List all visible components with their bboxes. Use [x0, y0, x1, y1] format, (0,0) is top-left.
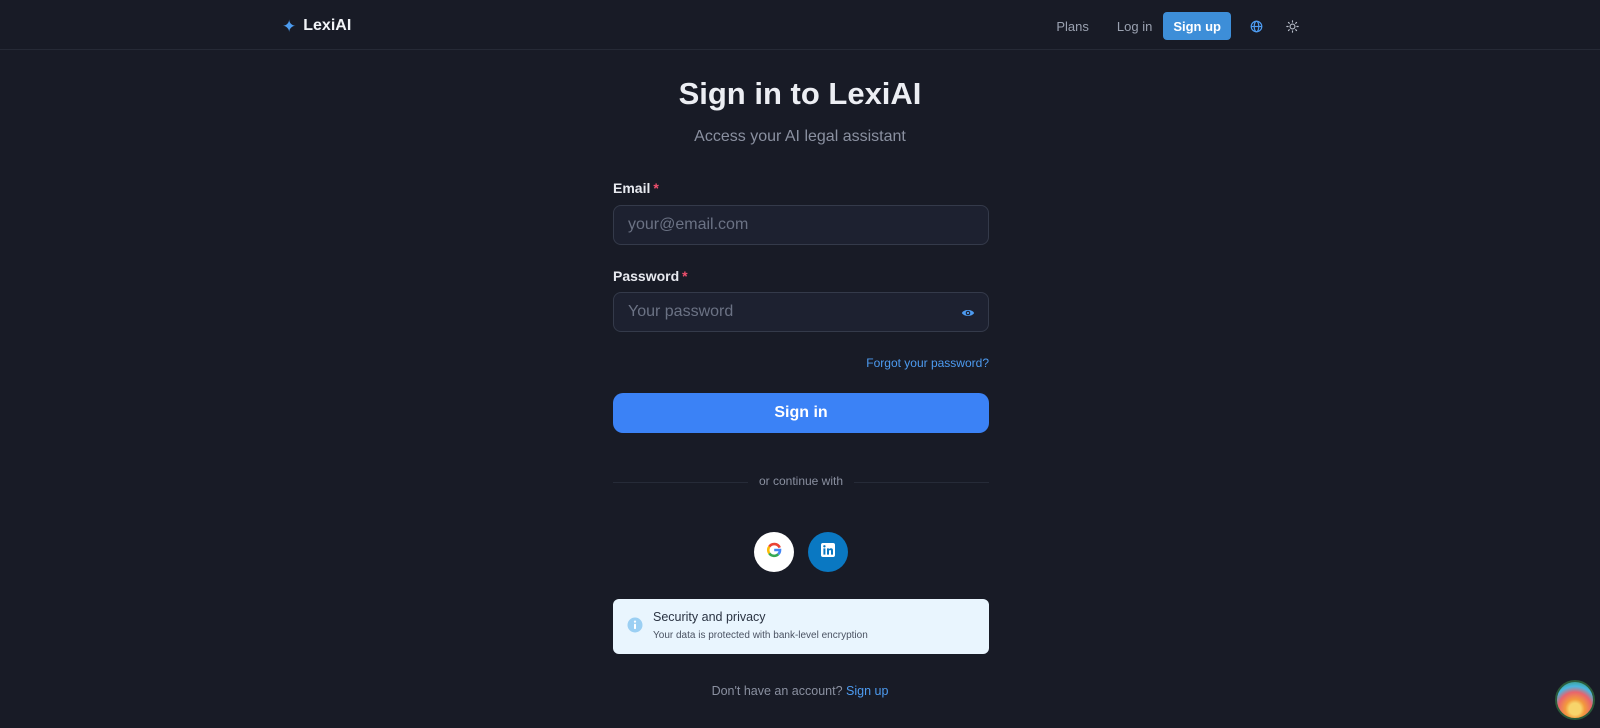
brand-logo[interactable]: ✦ LexiAI	[282, 14, 351, 38]
required-mark: *	[682, 268, 688, 284]
signin-button[interactable]: Sign in	[613, 393, 989, 433]
nav-links: Plans Log in Sign up	[1056, 12, 1300, 40]
signin-form: Email * your@email.com Password * Your pas…	[613, 0, 989, 728]
google-login-button[interactable]	[754, 532, 794, 572]
globe-icon[interactable]	[1248, 18, 1264, 34]
security-notice: Security and privacy Your data is protec…	[613, 599, 989, 654]
password-placeholder: Your password	[628, 303, 734, 320]
avatar[interactable]	[1555, 680, 1595, 720]
sparkle-icon: ✦	[282, 16, 297, 36]
linkedin-login-button[interactable]	[808, 532, 848, 572]
eye-icon[interactable]	[961, 306, 975, 320]
google-icon	[766, 542, 782, 563]
forgot-password-link[interactable]: Forgot your password?	[866, 356, 989, 370]
divider: or continue with	[613, 474, 989, 490]
signup-prompt-text: Don't have an account?	[711, 684, 843, 698]
nav-signup-button[interactable]: Sign up	[1163, 12, 1231, 40]
security-title: Security and privacy	[653, 610, 766, 624]
password-label: Password *	[613, 268, 688, 284]
email-label-text: Email	[613, 180, 651, 196]
nav-login-link[interactable]: Log in	[1117, 19, 1152, 34]
signup-link[interactable]: Sign up	[846, 684, 888, 698]
email-label: Email *	[613, 180, 659, 196]
sun-icon[interactable]	[1284, 18, 1300, 34]
divider-text: or continue with	[758, 474, 844, 488]
required-mark: *	[653, 180, 659, 196]
info-icon	[627, 617, 643, 633]
email-field[interactable]: your@email.com	[613, 205, 989, 245]
password-field[interactable]: Your password	[613, 292, 989, 332]
nav-plans-link[interactable]: Plans	[1056, 19, 1089, 34]
signup-prompt: Don't have an account? Sign up	[0, 684, 1600, 698]
linkedin-icon	[821, 542, 835, 562]
divider-line	[854, 482, 989, 483]
brand-name: LexiAI	[303, 17, 352, 34]
social-login-group	[754, 532, 848, 572]
security-text: Your data is protected with bank-level e…	[653, 630, 868, 641]
email-placeholder: your@email.com	[628, 216, 749, 233]
password-label-text: Password	[613, 268, 680, 284]
